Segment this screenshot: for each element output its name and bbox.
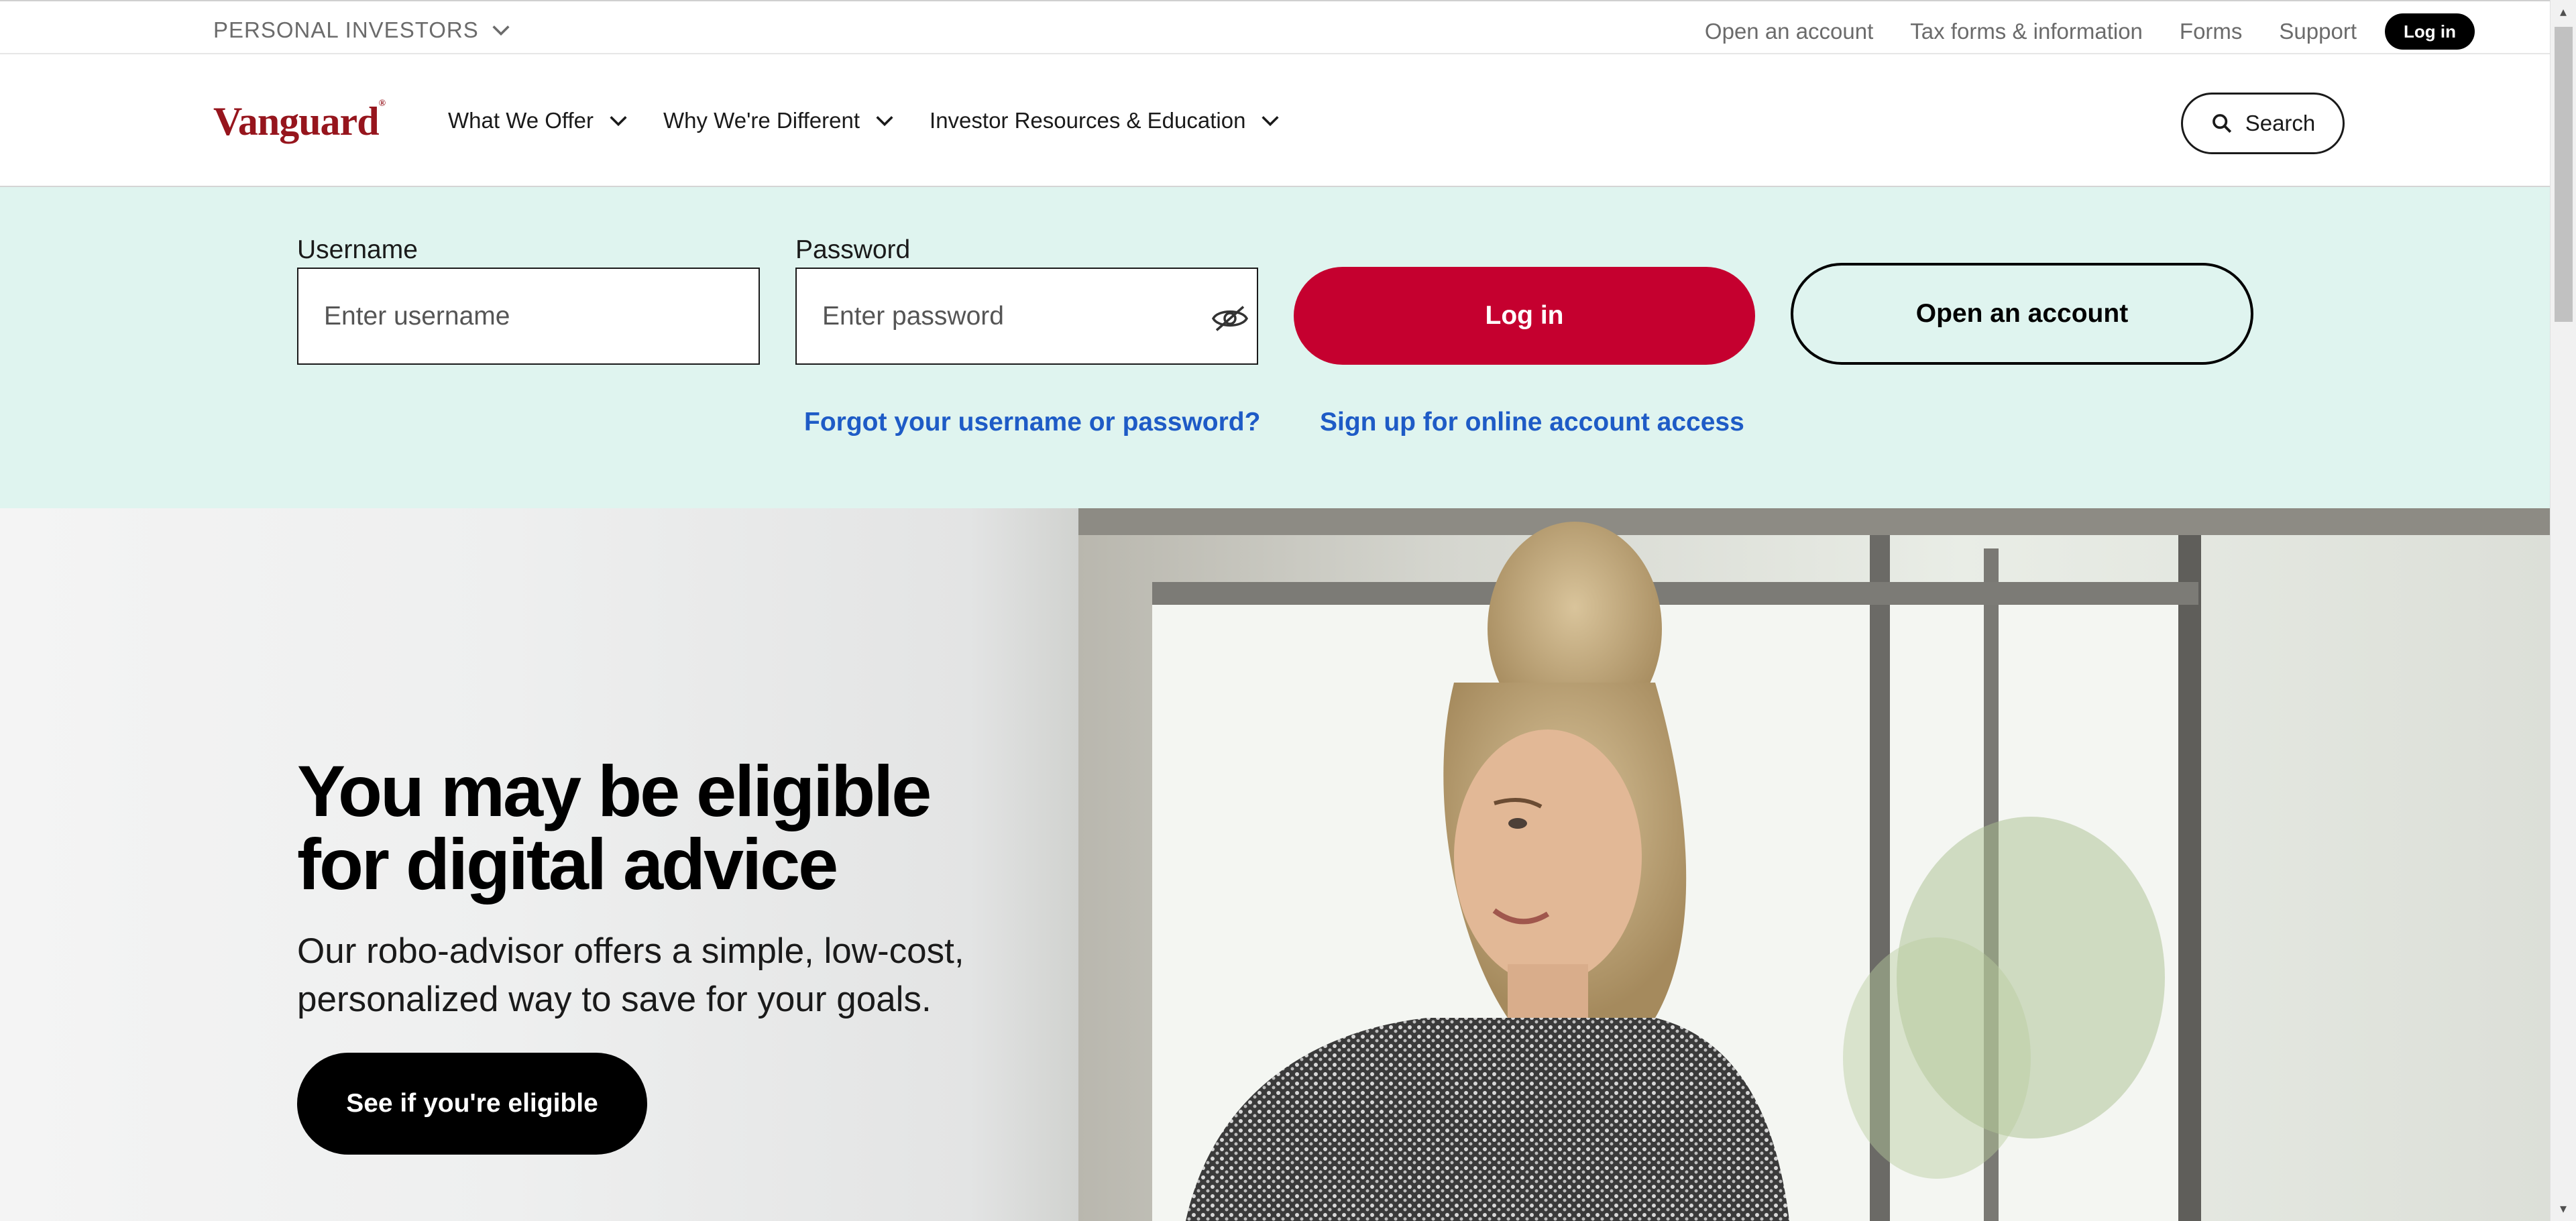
password-field[interactable]	[795, 268, 1258, 365]
hero-title: You may be eligible for digital advice	[297, 750, 932, 905]
signup-access-link[interactable]: Sign up for online account access	[1320, 408, 1744, 437]
forgot-credentials-link[interactable]: Forgot your username or password?	[804, 408, 1260, 437]
search-icon	[2212, 114, 2231, 133]
utility-bar: PERSONAL INVESTORS Open an account Tax f…	[0, 0, 2550, 54]
username-input[interactable]	[324, 301, 650, 331]
chevron-down-icon	[876, 116, 893, 127]
util-link-support[interactable]: Support	[2279, 19, 2357, 44]
logo-text: Vanguard	[213, 99, 380, 143]
scroll-thumb[interactable]	[2555, 27, 2573, 322]
login-band: Username Password Log in Open an account…	[0, 187, 2550, 508]
util-link-forms[interactable]: Forms	[2180, 19, 2243, 44]
audience-label: PERSONAL INVESTORS	[213, 17, 479, 42]
nav-investor-resources[interactable]: Investor Resources & Education	[930, 108, 1282, 133]
util-link-open-account[interactable]: Open an account	[1705, 19, 1873, 44]
login-button[interactable]: Log in	[1294, 267, 1755, 365]
scroll-down-arrow-icon[interactable]: ▾	[2557, 1202, 2570, 1216]
vanguard-logo[interactable]: Vanguard®	[213, 99, 386, 145]
username-field[interactable]	[297, 268, 760, 365]
registered-mark: ®	[378, 99, 386, 109]
nav-label: Investor Resources & Education	[930, 108, 1246, 133]
util-login-button[interactable]: Log in	[2385, 13, 2475, 50]
main-header: Vanguard® What We Offer Why We're Differ…	[0, 54, 2550, 187]
hero-text: You may be eligible for digital advice O…	[297, 754, 1035, 1024]
eye-slash-icon[interactable]	[1210, 298, 1250, 339]
chevron-down-icon	[610, 116, 627, 127]
audience-selector[interactable]: PERSONAL INVESTORS	[213, 17, 512, 43]
password-input[interactable]	[822, 301, 1148, 331]
eligibility-button[interactable]: See if you're eligible	[297, 1053, 647, 1155]
scroll-up-arrow-icon[interactable]: ▴	[2557, 5, 2570, 19]
search-label: Search	[2245, 111, 2316, 135]
chevron-down-icon	[492, 25, 510, 36]
search-button[interactable]: Search	[2181, 93, 2345, 154]
nav-what-we-offer[interactable]: What We Offer	[448, 108, 630, 133]
password-label: Password	[795, 235, 911, 264]
util-link-tax-forms[interactable]: Tax forms & information	[1910, 19, 2143, 44]
username-label: Username	[297, 235, 418, 264]
hero-photo	[1078, 508, 2550, 1221]
chevron-down-icon	[1262, 116, 1280, 127]
main-nav: What We Offer Why We're Different Invest…	[448, 108, 1282, 133]
hero-subtitle: Our robo-advisor offers a simple, low-co…	[297, 931, 964, 1019]
utility-links: Open an account Tax forms & information …	[1668, 13, 2475, 50]
nav-label: What We Offer	[448, 108, 594, 133]
nav-why-different[interactable]: Why We're Different	[663, 108, 896, 133]
open-account-button[interactable]: Open an account	[1791, 263, 2253, 365]
hero-section: You may be eligible for digital advice O…	[0, 508, 2550, 1221]
scrollbar[interactable]: ▴ ▾	[2550, 0, 2576, 1221]
nav-label: Why We're Different	[663, 108, 860, 133]
